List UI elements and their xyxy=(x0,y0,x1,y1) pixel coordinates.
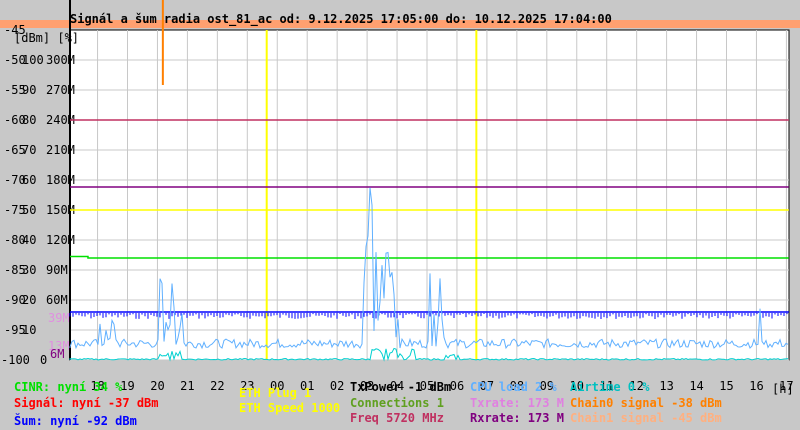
x-tick-label: 22 xyxy=(210,379,224,393)
y-tick-rate: 60M xyxy=(46,293,68,307)
y-tick-pct: 80 xyxy=(22,113,36,127)
legend-chain0: Chain0 signal -38 dBm xyxy=(570,396,722,410)
legend-txpower: TxPower -1 dBm xyxy=(350,380,452,394)
legend-cpu: CPU load 2 % xyxy=(470,380,557,394)
y-tick-pct: 40 xyxy=(22,233,36,247)
legend-noise: Šum: nyní -92 dBm xyxy=(14,414,137,428)
y-tick-rate-extra: 6M xyxy=(50,347,64,361)
x-tick-label: 16 xyxy=(749,379,763,393)
legend-connections: Connections 1 xyxy=(350,396,444,410)
legend-airtime: Airtime 0 % xyxy=(570,380,650,394)
legend-signal: Signál: nyní -37 dBm xyxy=(14,396,159,410)
y-tick-pct: 10 xyxy=(22,323,36,337)
chart-title: Signál a šum radia ost_81_ac od: 9.12.20… xyxy=(70,12,612,26)
x-unit-label: [h] xyxy=(772,382,794,396)
x-tick-label: 02 xyxy=(330,379,344,393)
y-tick-pct: 70 xyxy=(22,143,36,157)
x-tick-label: 13 xyxy=(659,379,673,393)
units-label: [dBm] [%] xyxy=(14,31,80,45)
x-tick-label: 15 xyxy=(719,379,733,393)
y-tick-pct: 20 xyxy=(22,293,36,307)
legend-eth-plug: ETH Plug 1 xyxy=(239,386,312,400)
x-tick-label: 20 xyxy=(150,379,164,393)
chart: 18 19 20 21 22 23 00 01 02 03 04 05 06 07 08 09 10 11 12 13… xyxy=(0,0,800,430)
legend-freq: Freq 5720 MHz xyxy=(350,411,444,425)
legend-eth-speed: ETH Speed 1000 xyxy=(239,401,341,415)
x-tick-label: 14 xyxy=(689,379,703,393)
x-tick-label: 06 xyxy=(450,379,464,393)
legend-cinr: CINR: nyní 34 % xyxy=(14,380,123,394)
plot-svg: 18 19 20 21 22 23 00 01 02 03 04 05 06 07 08 09 10 11 12 13… xyxy=(0,0,800,393)
legend-rxrate: Rxrate: 173 M xyxy=(470,411,564,425)
y-tick-pct: 50 xyxy=(22,203,36,217)
y-tick-pct: 30 xyxy=(22,263,36,277)
plot-area xyxy=(69,29,790,361)
x-tick-label: 19 xyxy=(120,379,134,393)
y-tick-pct: 100 xyxy=(22,53,44,67)
x-tick-label: 21 xyxy=(180,379,194,393)
legend-txrate: Txrate: 173 M xyxy=(470,396,564,410)
y-tick-rate-extra: 39M xyxy=(48,311,70,325)
y-tick-pct: 90 xyxy=(22,83,36,97)
y-tick-pct: 0 xyxy=(40,353,47,367)
legend-chain1: Chain1 signal -45 dBm xyxy=(570,411,722,425)
y-tick-pct: 60 xyxy=(22,173,36,187)
y-tick-rate: 90M xyxy=(46,263,68,277)
y-tick-dbm: -100 xyxy=(1,353,30,367)
